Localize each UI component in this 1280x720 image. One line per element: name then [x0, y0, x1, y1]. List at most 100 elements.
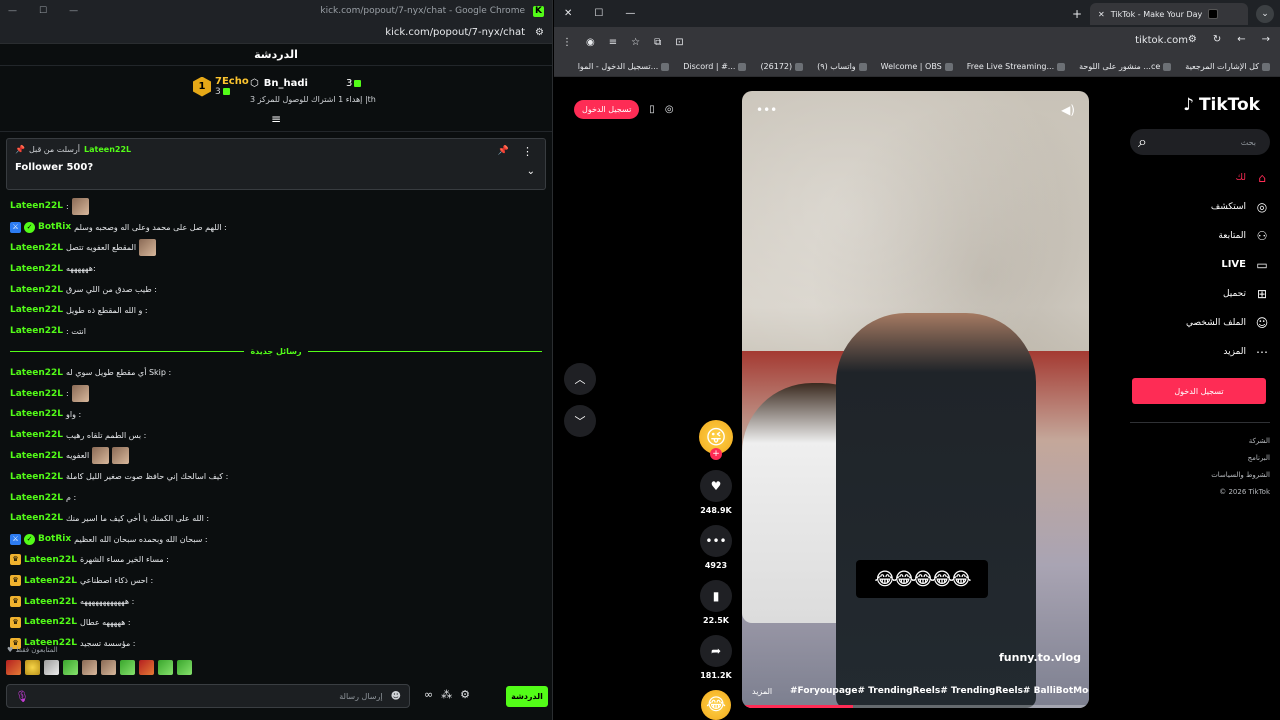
- tune-icon[interactable]: ⚙: [535, 27, 544, 38]
- emote[interactable]: [63, 660, 78, 675]
- search-input[interactable]: [1146, 137, 1262, 147]
- chat-username[interactable]: Lateen22L: [10, 201, 63, 211]
- expand-leaderboard-icon[interactable]: ≡: [271, 112, 281, 126]
- comment-button[interactable]: •••: [700, 525, 732, 557]
- maximize-icon[interactable]: ☐: [39, 6, 47, 16]
- chat-username[interactable]: Lateen22L: [10, 472, 63, 482]
- save-button[interactable]: ▮: [700, 580, 732, 612]
- bookmark-item[interactable]: (26172): [760, 62, 804, 71]
- video-progress-bar[interactable]: [742, 705, 1089, 708]
- caption-more-link[interactable]: المزيد: [752, 687, 772, 696]
- reload-icon[interactable]: ↻: [1213, 34, 1221, 45]
- volume-icon[interactable]: ◀): [1061, 103, 1075, 117]
- bookmark-item[interactable]: Discord | #...: [683, 62, 747, 71]
- more-options-icon[interactable]: ⋮: [522, 145, 533, 158]
- close-icon[interactable]: ✕: [564, 8, 572, 19]
- sidebar-item-upload[interactable]: تحميل ⊞: [1130, 279, 1270, 308]
- tab-search-icon[interactable]: ⌄: [1256, 5, 1274, 23]
- emoji-icon[interactable]: ☻: [391, 691, 401, 702]
- chat-username[interactable]: Lateen22L: [10, 513, 63, 523]
- video-more-icon[interactable]: •••: [756, 103, 777, 117]
- chat-username[interactable]: Lateen22L: [10, 430, 63, 440]
- address-bar[interactable]: tiktok.com: [1135, 35, 1188, 46]
- minimize-icon[interactable]: —: [625, 8, 635, 19]
- footer-link[interactable]: البرنامج: [1130, 450, 1270, 467]
- settings-icon[interactable]: ⚙: [460, 688, 470, 701]
- top-login-button[interactable]: تسجيل الدخول: [574, 100, 640, 119]
- footer-link[interactable]: الشركة: [1130, 433, 1270, 450]
- emote[interactable]: [44, 660, 59, 675]
- close-tab-icon[interactable]: ✕: [1098, 10, 1105, 19]
- bookmark-item[interactable]: Welcome | OBS: [881, 62, 953, 71]
- forward-icon[interactable]: ←: [1237, 34, 1245, 45]
- sidebar-login-button[interactable]: تسجيل الدخول: [1132, 378, 1266, 404]
- search-icon[interactable]: ⌕: [1138, 132, 1147, 152]
- microphone-icon[interactable]: 🎙: [15, 690, 29, 703]
- sidebar-item-more[interactable]: المزيد ⋯: [1130, 337, 1270, 366]
- chat-username[interactable]: Lateen22L: [10, 451, 63, 461]
- chevron-down-icon[interactable]: ⌄: [527, 166, 535, 177]
- like-button[interactable]: ♥: [700, 470, 732, 502]
- emote[interactable]: [82, 660, 97, 675]
- sidebar-item-user-plus[interactable]: المتابعة ⚇: [1130, 221, 1270, 250]
- leader-second[interactable]: ⬡ Bn_hadi: [250, 78, 308, 89]
- chat-username[interactable]: Lateen22L: [24, 617, 77, 627]
- chat-username[interactable]: Lateen22L: [10, 409, 63, 419]
- leader-first[interactable]: 1 7Echo 3: [193, 76, 249, 97]
- sidebar-item-profile[interactable]: الملف الشخصي ☺: [1130, 308, 1270, 337]
- chat-input[interactable]: [28, 691, 391, 701]
- chat-username[interactable]: Lateen22L: [24, 597, 77, 607]
- chat-username[interactable]: Lateen22L: [24, 555, 77, 565]
- bookmark-item[interactable]: Free Live Streaming...: [967, 62, 1066, 71]
- search-box[interactable]: ⌕: [1130, 129, 1270, 155]
- sidebar-item-compass[interactable]: استكشف ◎: [1130, 192, 1270, 221]
- emote[interactable]: [25, 660, 40, 675]
- footer-link[interactable]: الشروط والسياسات: [1130, 467, 1270, 484]
- sidebar-item-live[interactable]: LIVE ▭: [1130, 250, 1270, 279]
- tiktok-logo[interactable]: ♪ TikTok: [1130, 95, 1270, 115]
- bookmark-item[interactable]: تسجيل الدخول - الموا...: [578, 62, 670, 71]
- minimize-icon[interactable]: —: [8, 6, 17, 16]
- creator-avatar[interactable]: 😜 +: [699, 420, 733, 460]
- video-player[interactable]: ••• ◀) 😂😂😂😂😂 funny.to.vlog #Foryoupage# …: [742, 91, 1089, 708]
- share-button[interactable]: ➦: [700, 635, 732, 667]
- follow-plus-icon[interactable]: +: [710, 448, 722, 460]
- sidebar-item-home[interactable]: لك ⌂: [1130, 163, 1270, 192]
- url-text[interactable]: kick.com/popout/7-nyx/chat: [385, 27, 525, 38]
- emote[interactable]: [177, 660, 192, 675]
- bookmark-item[interactable]: (٩) واتساب: [817, 62, 867, 71]
- bookmark-item[interactable]: منشور على اللوحة ...ce: [1079, 62, 1172, 71]
- chat-username[interactable]: Lateen22L: [10, 326, 63, 336]
- chat-input-box[interactable]: 🎙 ☻: [6, 684, 410, 708]
- menu-dots-icon[interactable]: ⋮: [562, 37, 572, 48]
- bookmark-item[interactable]: كل الإشارات المرجعية: [1185, 62, 1270, 71]
- emote[interactable]: [139, 660, 154, 675]
- chat-username[interactable]: Lateen22L: [10, 243, 63, 253]
- phone-icon[interactable]: ▯: [649, 104, 655, 115]
- music-disc-icon[interactable]: 😂: [701, 690, 731, 720]
- emote[interactable]: [6, 660, 21, 675]
- emote[interactable]: [120, 660, 135, 675]
- pinned-user[interactable]: Lateen22L: [84, 145, 131, 154]
- star-icon[interactable]: ☆: [631, 37, 640, 48]
- chat-username[interactable]: Lateen22L: [10, 493, 63, 503]
- share-nodes-icon[interactable]: ⁂: [441, 688, 452, 701]
- chat-username[interactable]: Lateen22L: [10, 389, 63, 399]
- extension-icon[interactable]: ⧉: [654, 37, 661, 48]
- tune-icon[interactable]: ⚙: [1188, 34, 1197, 45]
- footer-link[interactable]: © 2026 TikTok: [1130, 484, 1270, 501]
- chat-username[interactable]: BotRix: [38, 534, 71, 544]
- send-chat-button[interactable]: الدردشة: [506, 686, 548, 707]
- reading-list-icon[interactable]: ≡: [609, 37, 617, 48]
- back-icon[interactable]: →: [1262, 34, 1270, 45]
- maximize-icon[interactable]: ☐: [594, 8, 603, 19]
- kick-address-bar[interactable]: kick.com/popout/7-nyx/chat ⚙: [0, 22, 552, 44]
- chat-username[interactable]: Lateen22L: [10, 368, 63, 378]
- chat-username[interactable]: Lateen22L: [24, 576, 77, 586]
- previous-video-button[interactable]: ︿: [564, 363, 596, 395]
- leader-third[interactable]: 3: [346, 78, 362, 89]
- profile-avatar-icon[interactable]: ◉: [586, 37, 595, 48]
- chat-username[interactable]: BotRix: [38, 222, 71, 232]
- cast-icon[interactable]: ⊡: [675, 37, 683, 48]
- emote[interactable]: [158, 660, 173, 675]
